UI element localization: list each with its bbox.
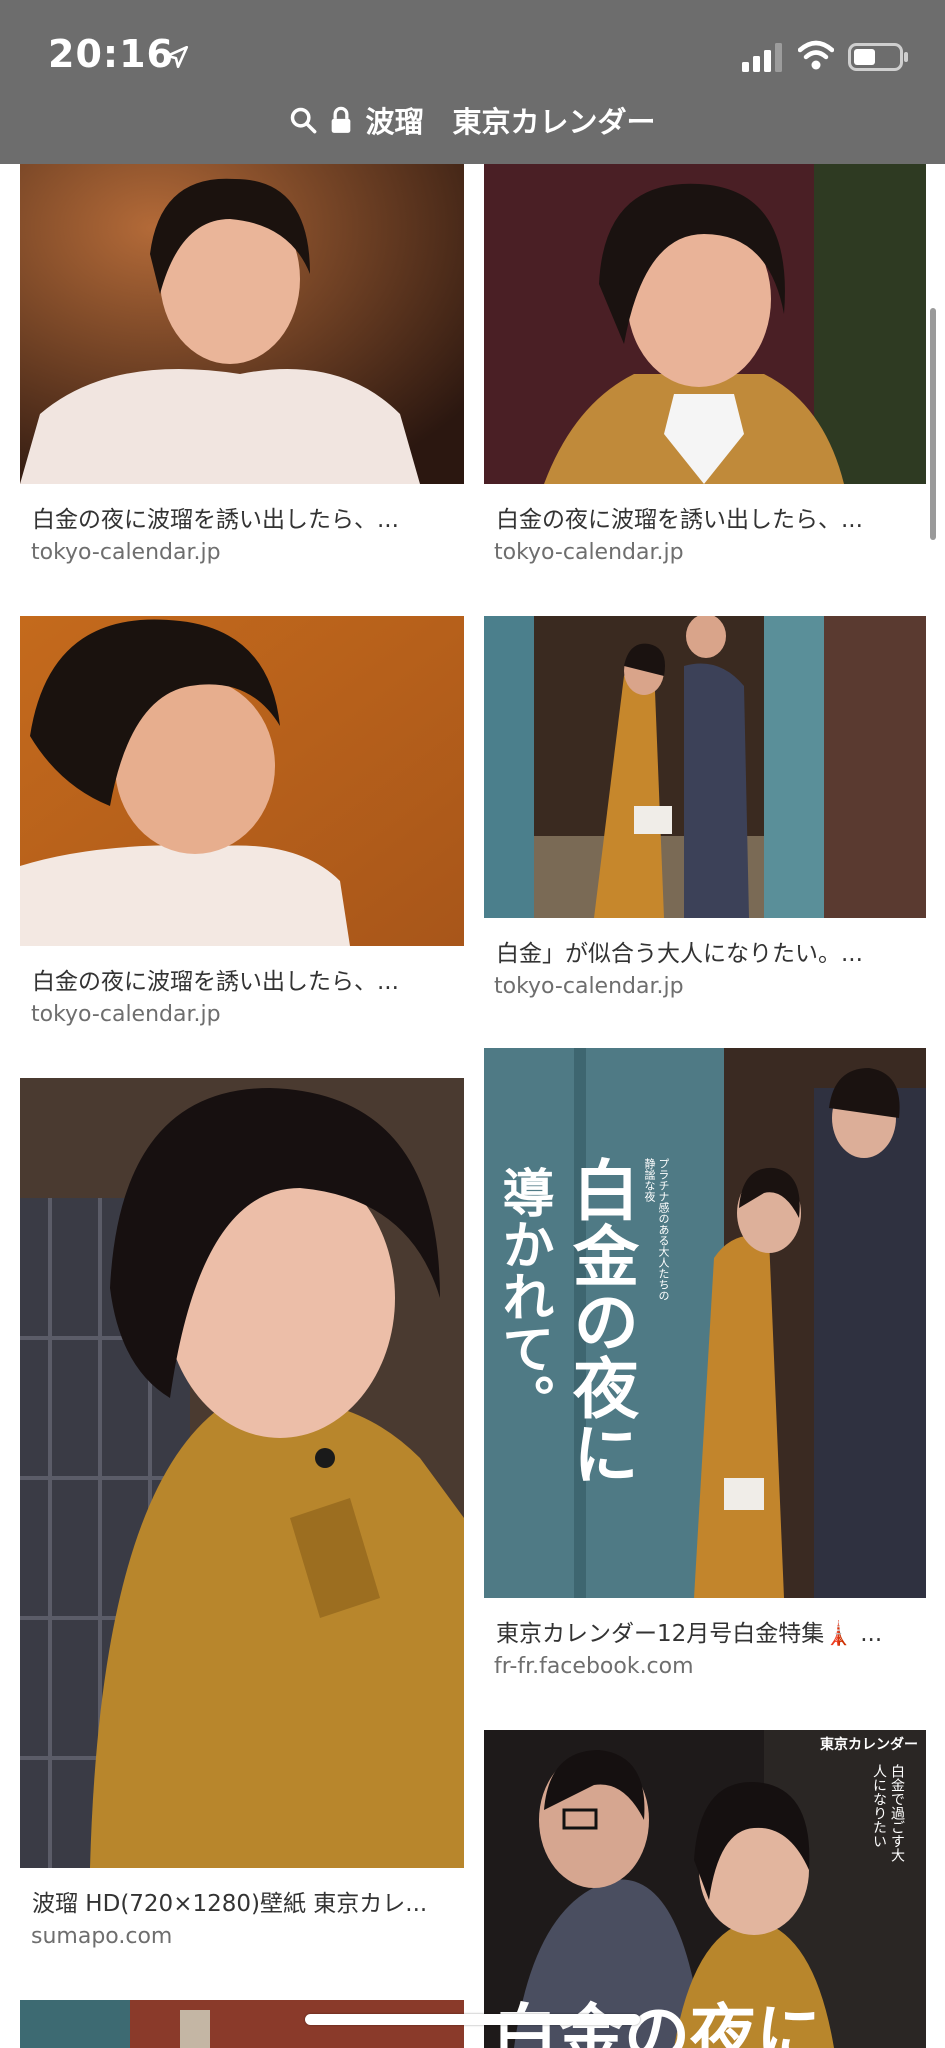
home-indicator[interactable] — [305, 2014, 640, 2025]
result-domain[interactable]: fr-fr.facebook.com — [494, 1654, 694, 1679]
result-domain[interactable]: tokyo-calendar.jp — [494, 974, 684, 999]
result-caption[interactable]: 波瑠 HD(720×1280)壁紙 東京カレ... — [32, 1884, 452, 1918]
result-caption[interactable]: 東京カレンダー12月号白金特集🗼 ... — [496, 1614, 916, 1648]
magazine2-brand: 東京カレンダー — [820, 1737, 918, 1753]
result-domain[interactable]: sumapo.com — [31, 1924, 172, 1949]
result-domain[interactable]: tokyo-calendar.jp — [494, 540, 684, 565]
result-caption[interactable]: 白金の夜に波瑠を誘い出したら、... — [32, 500, 452, 534]
magazine-subtext: プラチナ感のある大人たちの静謐な夜 — [643, 1158, 670, 1301]
location-arrow-icon — [165, 45, 189, 69]
scroll-indicator[interactable] — [930, 308, 936, 540]
cellular-signal-icon — [742, 43, 782, 72]
result-image-5[interactable] — [20, 1078, 464, 1868]
result-caption[interactable]: 白金の夜に波瑠を誘い出したら、... — [32, 962, 452, 996]
result-image-2[interactable] — [484, 164, 926, 484]
result-image-7[interactable]: 東京カレンダー 白金で過ごす大人になりたい 白金の夜に — [484, 1730, 926, 2048]
wifi-icon — [798, 40, 834, 70]
result-domain[interactable]: tokyo-calendar.jp — [31, 540, 221, 565]
magazine-headline: 白金の夜に — [562, 1156, 640, 1486]
browser-header: 20:16 波瑠 東京カレンダー — [0, 0, 945, 164]
result-caption[interactable]: 白金の夜に波瑠を誘い出したら、... — [496, 500, 916, 534]
status-time: 20:16 — [48, 32, 174, 76]
lock-icon — [332, 106, 351, 133]
result-image-6[interactable]: 白金の夜に 導かれて。 プラチナ感のある大人たちの静謐な夜 — [484, 1048, 926, 1598]
magazine-headline-left: 導かれて。 — [493, 1166, 554, 1426]
result-caption[interactable]: 白金」が似合う大人になりたい。... — [496, 934, 916, 968]
result-image-3[interactable] — [20, 616, 464, 946]
address-bar[interactable]: 波瑠 東京カレンダー — [0, 98, 945, 142]
search-icon — [291, 107, 317, 134]
magazine2-subtext: 白金で過ごす大人になりたい — [871, 1764, 905, 1862]
battery-icon — [848, 43, 908, 71]
address-bar-text: 波瑠 東京カレンダー — [365, 105, 656, 139]
result-domain[interactable]: tokyo-calendar.jp — [31, 1002, 221, 1027]
result-image-4[interactable] — [484, 616, 926, 918]
result-image-1[interactable] — [20, 164, 464, 484]
